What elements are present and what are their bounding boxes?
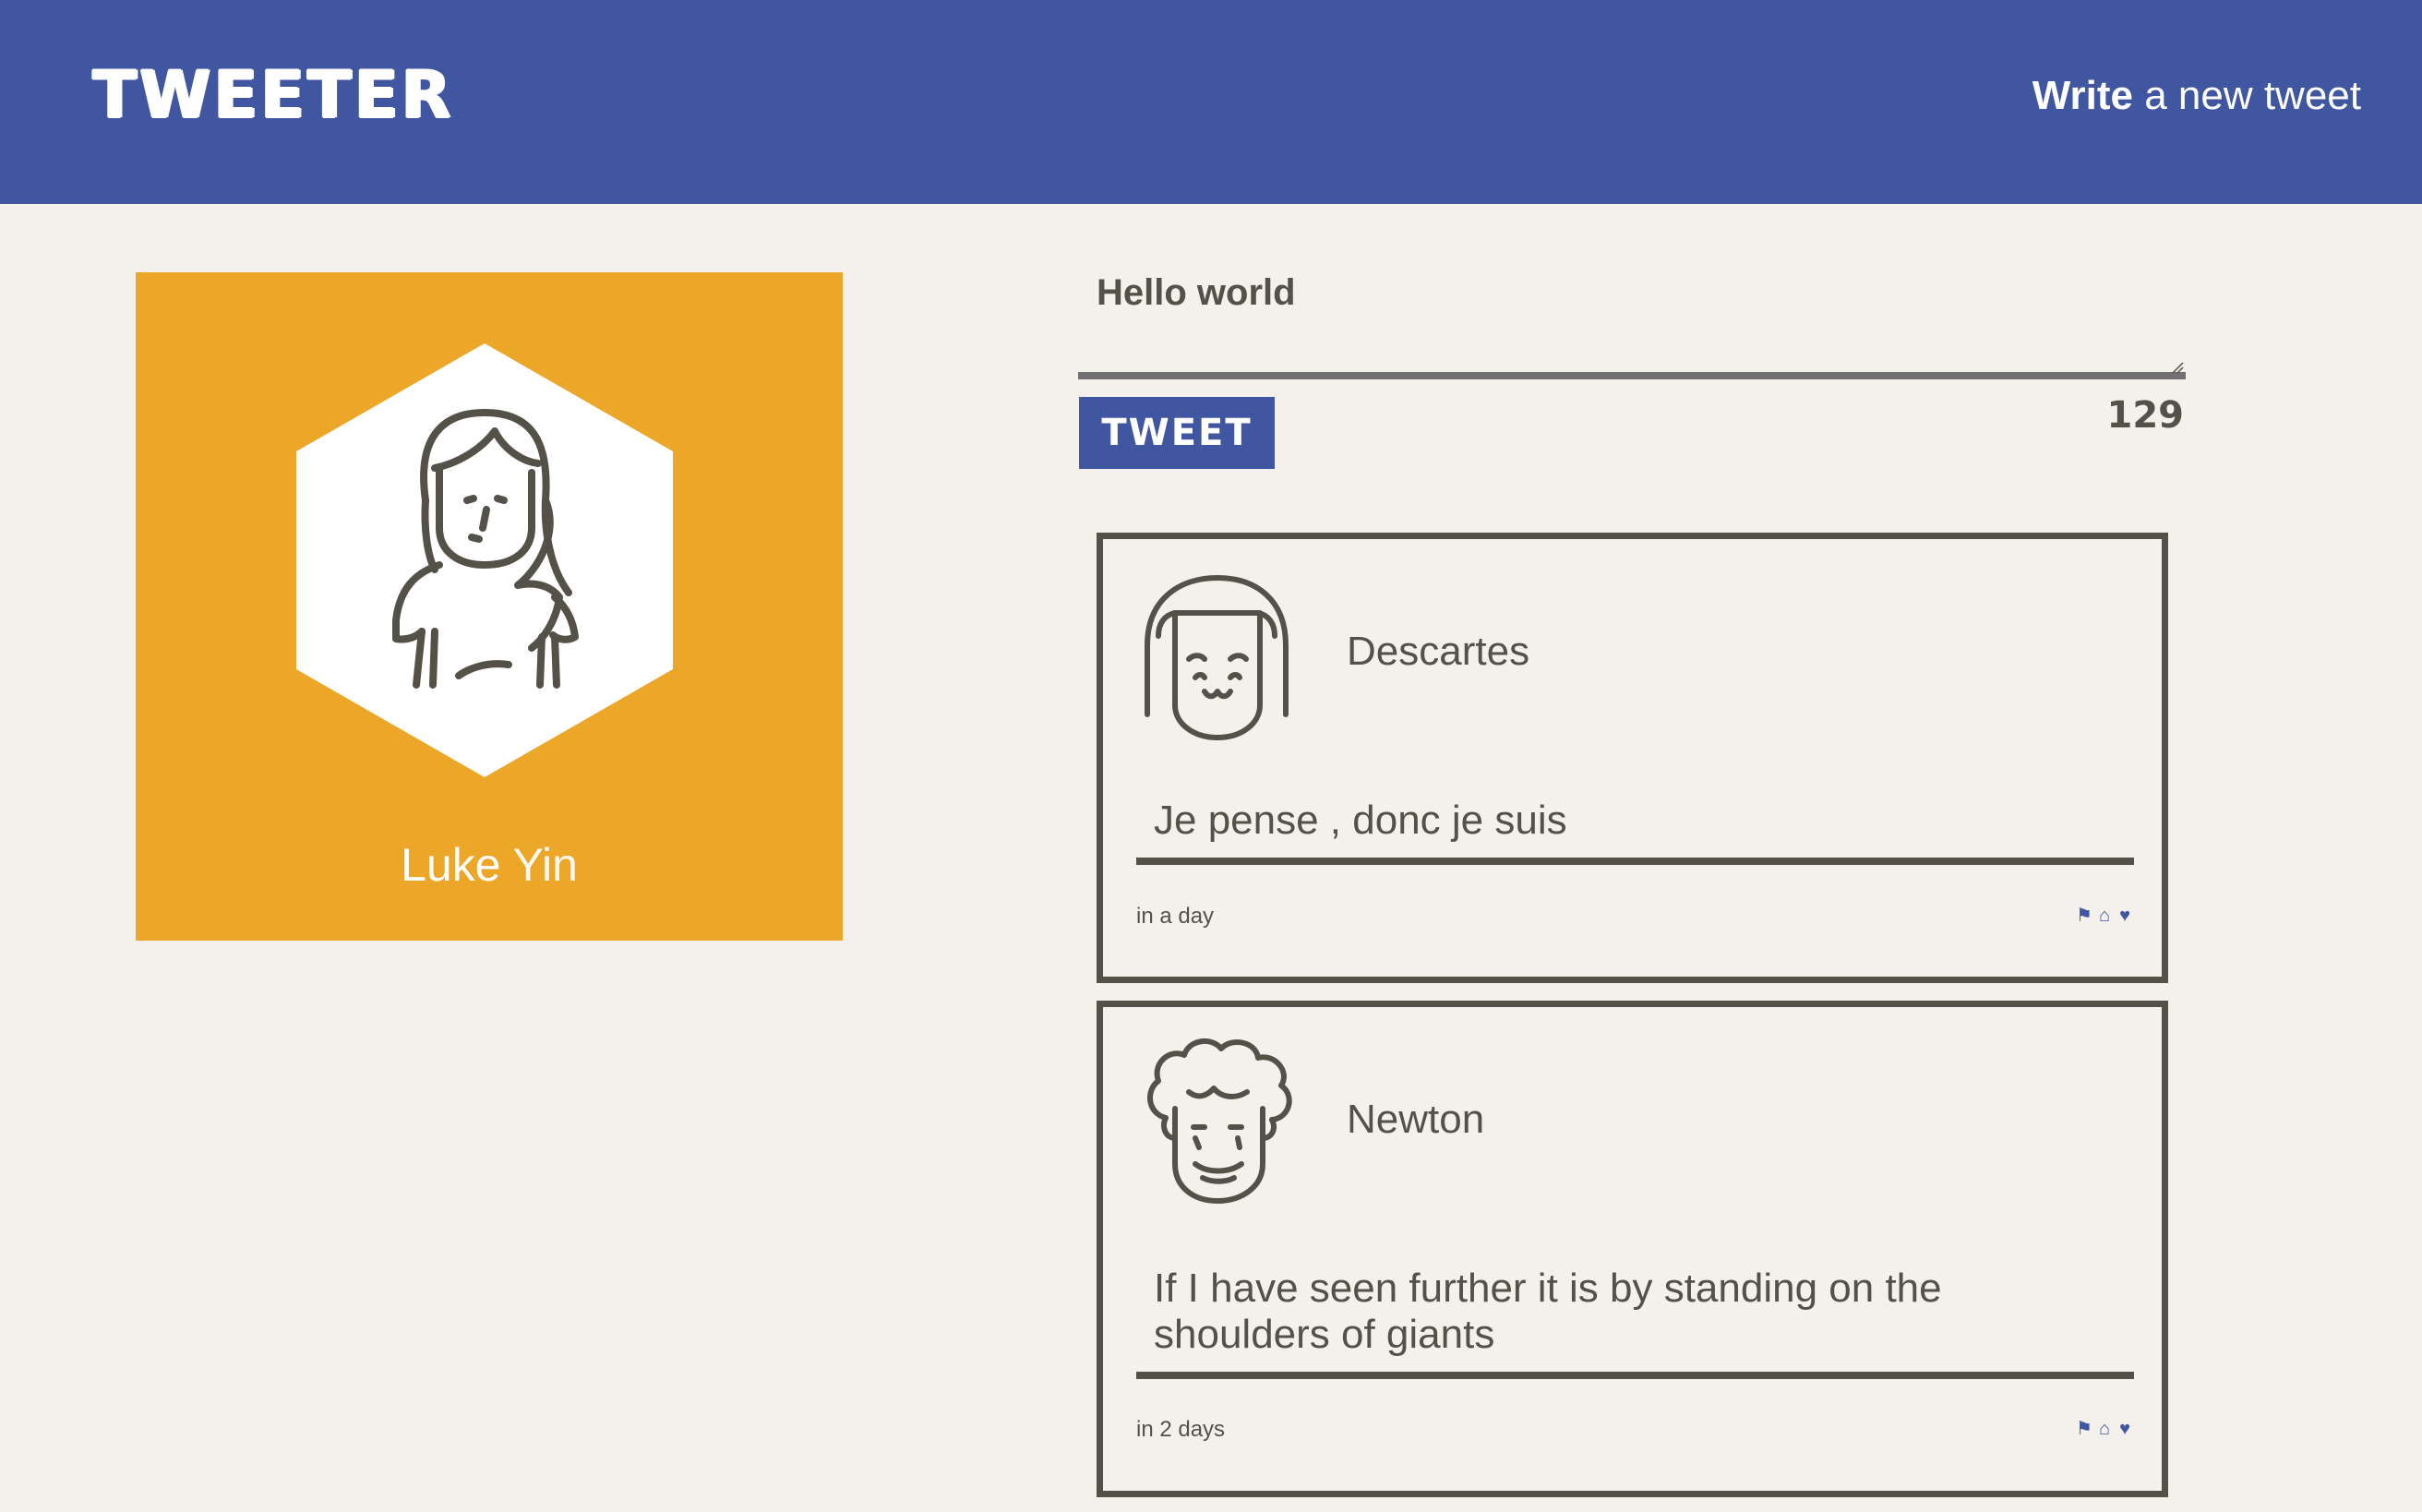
retweet-icon[interactable]: ⌂	[2095, 906, 2114, 926]
tweet-divider	[1136, 1372, 2134, 1379]
tweet-timestamp: in a day	[1136, 904, 1215, 929]
flag-icon[interactable]: ⚑	[2075, 1419, 2093, 1439]
hexagon-frame	[296, 343, 673, 777]
tweet-actions: ⚑ ⌂ ♥	[2075, 1419, 2134, 1439]
compose-link-bold: Write	[2032, 73, 2133, 118]
profile-avatar	[296, 343, 673, 777]
tweet-timestamp: in 2 days	[1136, 1417, 1226, 1442]
char-counter: 129	[2106, 394, 2185, 437]
tweet-actions: ⚑ ⌂ ♥	[2075, 906, 2134, 926]
compose-link-rest: a new tweet	[2132, 73, 2361, 118]
heart-icon[interactable]: ♥	[2116, 1419, 2134, 1439]
retweet-icon[interactable]: ⌂	[2095, 1419, 2114, 1439]
heart-icon[interactable]: ♥	[2116, 906, 2134, 926]
tweet-card: Descartes Je pense , donc je suis in a d…	[1097, 533, 2168, 983]
tweet-text-input[interactable]: Hello world	[1078, 263, 2186, 379]
bob-hair-smiling-face-icon	[1145, 575, 1289, 740]
top-nav-bar: TWEETER Write a new tweet	[0, 0, 2422, 204]
brand-logo[interactable]: TWEETER	[92, 63, 453, 127]
tweet-divider	[1136, 858, 2134, 865]
write-new-tweet-link[interactable]: Write a new tweet	[2032, 76, 2361, 116]
curly-hair-face-icon	[1147, 1038, 1292, 1204]
tweet-submit-button[interactable]: TWEET	[1079, 397, 1275, 469]
tweet-composer: Hello world	[1078, 263, 2186, 388]
profile-first-name: Luke	[401, 839, 501, 891]
tweet-author: Newton	[1347, 1097, 1485, 1142]
profile-last-name: Yin	[512, 839, 578, 891]
profile-name: Luke Yin	[136, 842, 843, 888]
tweet-author: Descartes	[1347, 629, 1530, 674]
tweet-card: Newton If I have seen further it is by s…	[1097, 1001, 2168, 1497]
tweet-content: If I have seen further it is by standing…	[1154, 1266, 1942, 1357]
resize-grip-icon[interactable]	[2171, 361, 2184, 374]
profile-card: Luke Yin	[136, 272, 843, 941]
flag-icon[interactable]: ⚑	[2075, 906, 2093, 926]
tweet-content: Je pense , donc je suis	[1154, 798, 1567, 843]
